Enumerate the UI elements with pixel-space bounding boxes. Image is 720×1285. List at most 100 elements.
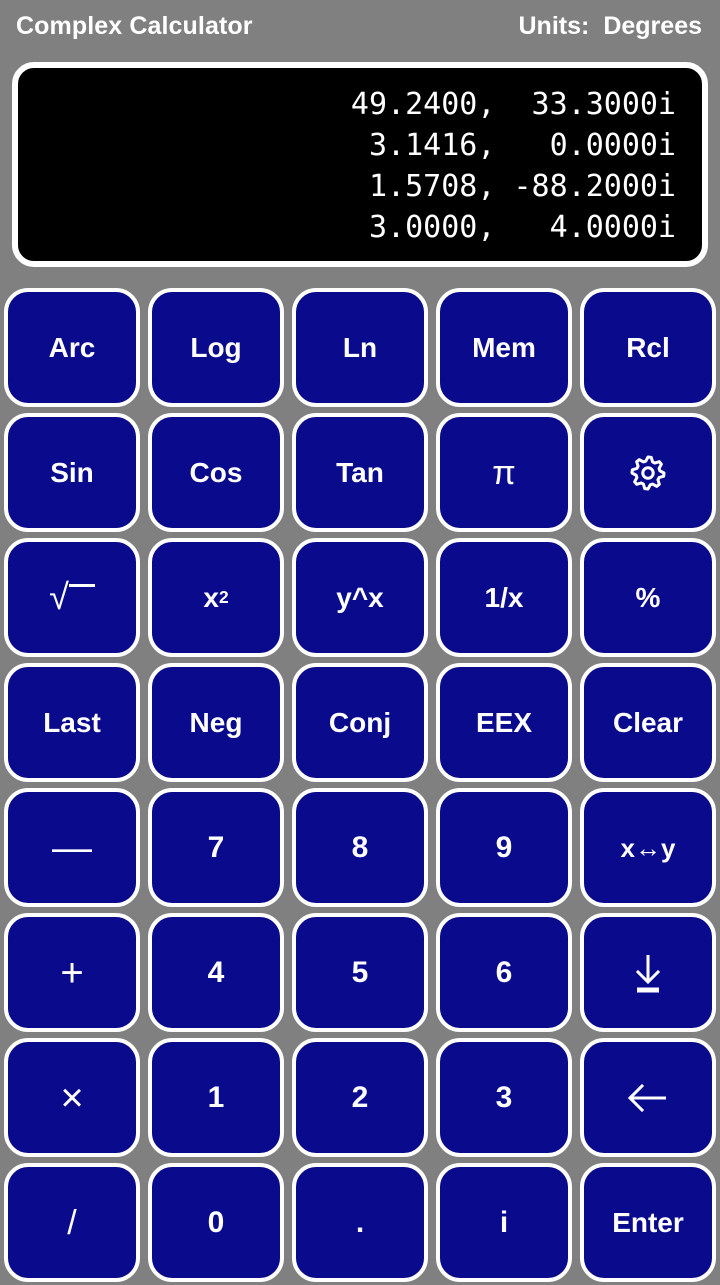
key-label: Conj bbox=[328, 706, 392, 738]
key-cos[interactable]: Cos bbox=[148, 413, 284, 532]
key-row: +4 5 6 bbox=[0, 910, 720, 1035]
key-label: 9 bbox=[495, 830, 513, 864]
key-label: x↔y bbox=[620, 832, 676, 863]
key-9[interactable]: 9 bbox=[436, 788, 572, 907]
key-sqrt[interactable]: √ bbox=[4, 538, 140, 657]
key-label: Cos bbox=[189, 456, 243, 488]
key-label: Mem bbox=[472, 331, 536, 363]
key-neg[interactable]: Neg bbox=[148, 663, 284, 782]
key-label: 1/x bbox=[484, 581, 524, 613]
title-bar: Complex Calculator Units: Degrees bbox=[0, 0, 720, 52]
key-label: 2 bbox=[351, 1080, 369, 1114]
key-label: × bbox=[60, 1075, 84, 1120]
key-7[interactable]: 7 bbox=[148, 788, 284, 907]
key-5[interactable]: 5 bbox=[292, 913, 428, 1032]
key-label: Tan bbox=[336, 456, 384, 488]
key-tan[interactable]: Tan bbox=[292, 413, 428, 532]
gear-icon bbox=[628, 453, 668, 493]
key-label: i bbox=[499, 1205, 509, 1239]
key-3[interactable]: 3 bbox=[436, 1038, 572, 1157]
key-eex[interactable]: EEX bbox=[436, 663, 572, 782]
key-label: y^x bbox=[336, 581, 384, 613]
key-reciprocal[interactable]: 1/x bbox=[436, 538, 572, 657]
key-label-exponent: 2 bbox=[218, 586, 229, 607]
key-row: Sin Cos Tan π bbox=[0, 410, 720, 535]
key-label: Enter bbox=[612, 1206, 684, 1238]
key-subtract[interactable]: — bbox=[4, 788, 140, 907]
key-label: Clear bbox=[612, 706, 684, 738]
key-settings[interactable] bbox=[580, 413, 716, 532]
units-value: Degrees bbox=[603, 11, 702, 40]
stack-lines: 49.2400, 33.3000i 3.1416, 0.0000i 1.5708… bbox=[32, 84, 676, 251]
key-backspace[interactable] bbox=[580, 1038, 716, 1157]
key-row: Last Neg Conj EEX Clear bbox=[0, 660, 720, 785]
key-i[interactable]: i bbox=[436, 1163, 572, 1282]
units-indicator: Units: Degrees bbox=[519, 12, 703, 41]
units-label: Units: bbox=[518, 11, 590, 40]
key-4[interactable]: 4 bbox=[148, 913, 284, 1032]
key-swap-xy[interactable]: x↔y bbox=[580, 788, 716, 907]
stack-display: 49.2400, 33.3000i 3.1416, 0.0000i 1.5708… bbox=[12, 62, 708, 267]
key-label: Arc bbox=[48, 331, 96, 363]
key-8[interactable]: 8 bbox=[292, 788, 428, 907]
key-row: Arc Log Ln Mem Rcl bbox=[0, 285, 720, 410]
key-label: Sin bbox=[50, 456, 94, 488]
stack-line: 49.2400, 33.3000i bbox=[350, 87, 676, 122]
key-y-pow-x[interactable]: y^x bbox=[292, 538, 428, 657]
key-enter[interactable]: Enter bbox=[580, 1163, 716, 1282]
key-pi[interactable]: π bbox=[436, 413, 572, 532]
key-multiply[interactable]: × bbox=[4, 1038, 140, 1157]
key-label: . bbox=[355, 1205, 365, 1239]
key-label: 8 bbox=[351, 830, 369, 864]
key-last[interactable]: Last bbox=[4, 663, 140, 782]
key-label: Ln bbox=[342, 331, 378, 363]
key-label: 1 bbox=[207, 1080, 225, 1114]
key-mem[interactable]: Mem bbox=[436, 288, 572, 407]
key-label-base: x bbox=[203, 581, 219, 613]
key-label: + bbox=[60, 950, 84, 995]
key-rcl[interactable]: Rcl bbox=[580, 288, 716, 407]
key-6[interactable]: 6 bbox=[436, 913, 572, 1032]
stack-line: 1.5708, -88.2000i bbox=[350, 169, 676, 204]
key-label: 3 bbox=[495, 1080, 513, 1114]
key-divide[interactable]: / bbox=[4, 1163, 140, 1282]
key-label: / bbox=[67, 1203, 77, 1242]
key-row: × 1 2 3 bbox=[0, 1035, 720, 1160]
stack-line: 3.1416, 0.0000i bbox=[350, 128, 676, 163]
key-roll-down[interactable] bbox=[580, 913, 716, 1032]
key-label: EEX bbox=[475, 706, 533, 738]
stack-line: 3.0000, 4.0000i bbox=[350, 210, 676, 245]
key-label: 6 bbox=[495, 955, 513, 989]
key-label: 0 bbox=[207, 1205, 225, 1239]
key-add[interactable]: + bbox=[4, 913, 140, 1032]
key-2[interactable]: 2 bbox=[292, 1038, 428, 1157]
key-0[interactable]: 0 bbox=[148, 1163, 284, 1282]
key-percent[interactable]: % bbox=[580, 538, 716, 657]
key-label: Log bbox=[190, 331, 242, 363]
key-row: / 0. i Enter bbox=[0, 1160, 720, 1285]
key-label: % bbox=[635, 581, 661, 613]
arrow-left-icon bbox=[625, 1080, 671, 1116]
key-x-squared[interactable]: x2 bbox=[148, 538, 284, 657]
key-row: √ x 2 y^x 1/x% bbox=[0, 535, 720, 660]
key-ln[interactable]: Ln bbox=[292, 288, 428, 407]
key-label: 7 bbox=[207, 830, 225, 864]
key-label: π bbox=[492, 453, 516, 492]
key-conj[interactable]: Conj bbox=[292, 663, 428, 782]
key-sin[interactable]: Sin bbox=[4, 413, 140, 532]
key-decimal[interactable]: . bbox=[292, 1163, 428, 1282]
key-label: Neg bbox=[189, 706, 243, 738]
key-log[interactable]: Log bbox=[148, 288, 284, 407]
key-label: √ bbox=[49, 576, 69, 618]
key-1[interactable]: 1 bbox=[148, 1038, 284, 1157]
key-label: Rcl bbox=[626, 331, 670, 363]
key-arc[interactable]: Arc bbox=[4, 288, 140, 407]
key-label: 5 bbox=[351, 955, 369, 989]
key-label: Last bbox=[43, 706, 101, 738]
radical-bar bbox=[68, 584, 95, 588]
arrow-down-to-bar-icon bbox=[629, 951, 667, 995]
key-clear[interactable]: Clear bbox=[580, 663, 716, 782]
key-label: x2 bbox=[203, 581, 229, 613]
keypad: Arc Log Ln Mem Rcl Sin Cos Tan π √ x 2 y^x 1/x% Last Ne… bbox=[0, 285, 720, 1285]
calculator-app: Complex Calculator Units: Degrees 49.240… bbox=[0, 0, 720, 1282]
